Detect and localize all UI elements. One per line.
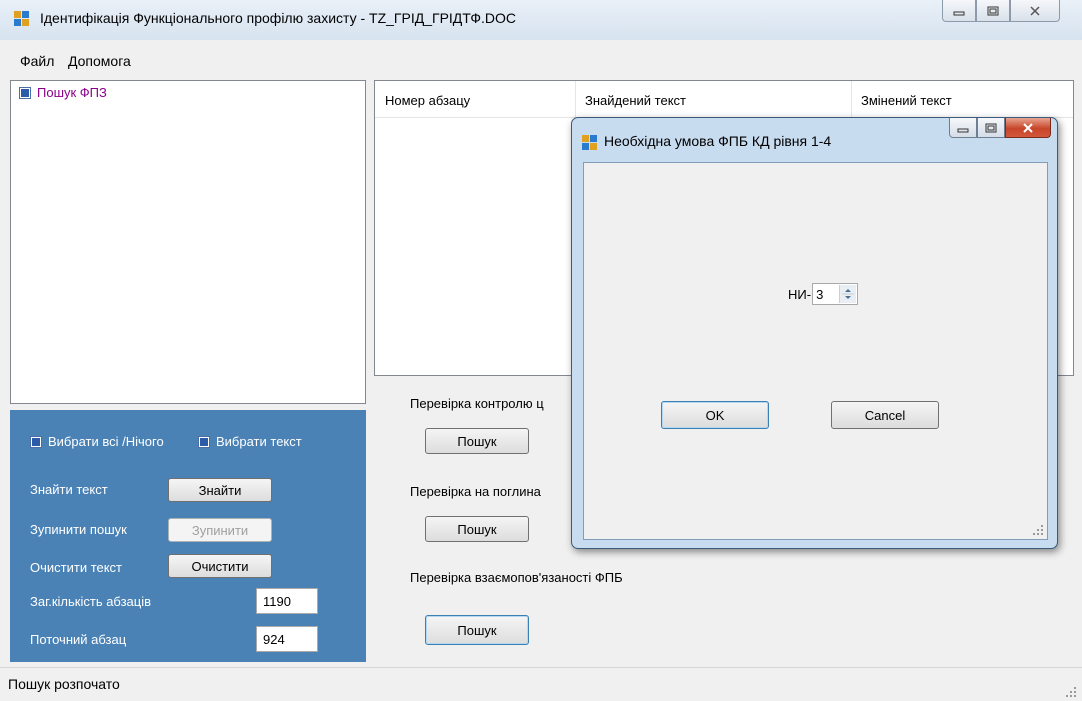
clear-button[interactable]: Очистити [168, 554, 272, 578]
spin-value: 3 [816, 287, 824, 302]
status-bar: Пошук розпочато [0, 667, 1082, 701]
select-text-check[interactable] [198, 435, 210, 448]
select-all-checkbox[interactable]: Вибрати всі /Нічого [30, 434, 164, 449]
control-panel: Вибрати всі /Нічого Вибрати текст Знайти… [10, 410, 366, 662]
tree-item-label: Пошук ФПЗ [37, 85, 107, 100]
search-button-1[interactable]: Пошук [425, 428, 529, 454]
level-spinner[interactable]: 3 [812, 283, 859, 305]
minimize-icon [953, 11, 965, 15]
dialog-app-icon [582, 135, 598, 151]
condition-dialog[interactable]: Необхідна умова ФПБ КД рівня 1-4 НИ- 3 O… [571, 117, 1058, 549]
tree-item-search-fpz[interactable]: Пошук ФПЗ [19, 85, 107, 100]
column-separator [851, 81, 852, 117]
close-button[interactable] [1010, 0, 1060, 22]
check-absorption-label: Перевірка на поглина [410, 484, 541, 499]
spin-up-down-icon [842, 289, 855, 299]
maximize-icon [985, 123, 997, 132]
caption-buttons [942, 0, 1060, 24]
status-text: Пошук розпочато [8, 676, 120, 692]
resize-grip-icon[interactable] [1064, 685, 1076, 697]
select-text-label: Вибрати текст [216, 434, 302, 449]
dialog-maximize-button[interactable] [977, 118, 1005, 138]
maximize-button[interactable] [976, 0, 1010, 22]
dialog-title: Необхідна умова ФПБ КД рівня 1-4 [604, 133, 832, 149]
find-text-label: Знайти текст [30, 482, 108, 497]
column-paragraph-number[interactable]: Номер абзацу [385, 93, 470, 108]
minimize-icon [957, 128, 969, 132]
main-window: Ідентифікація Функціонального профілю за… [0, 0, 1082, 701]
menu-bar: Файл Допомога [0, 48, 1082, 76]
select-all-label: Вибрати всі /Нічого [48, 434, 164, 449]
current-paragraph-label: Поточний абзац [30, 632, 127, 647]
clear-text-label: Очистити текст [30, 560, 123, 575]
title-bar[interactable]: Ідентифікація Функціонального профілю за… [0, 0, 1082, 40]
maximize-icon [987, 6, 999, 15]
total-paragraphs-field[interactable]: 1190 [256, 588, 318, 614]
minimize-button[interactable] [942, 0, 976, 22]
menu-file[interactable]: Файл [20, 53, 54, 69]
app-icon [14, 11, 30, 27]
total-paragraphs-label: Заг.кількість абзаців [30, 594, 152, 609]
close-icon [1023, 122, 1033, 133]
menu-help[interactable]: Допомога [68, 53, 131, 69]
check-integrity-label: Перевірка контролю ц [410, 396, 544, 411]
select-all-check[interactable] [30, 435, 42, 448]
check-interrelation-label: Перевірка взаємопов'язаності ФПБ [410, 570, 623, 585]
dialog-caption-buttons [949, 118, 1051, 140]
dialog-client-area: НИ- 3 OK Cancel [583, 162, 1048, 540]
window-title: Ідентифікація Функціонального профілю за… [40, 10, 517, 26]
stop-button[interactable]: Зупинити [168, 518, 272, 542]
search-button-3[interactable]: Пошук [425, 615, 529, 645]
tree-view[interactable]: Пошук ФПЗ [10, 80, 366, 404]
column-changed-text[interactable]: Змінений текст [861, 93, 952, 108]
dialog-close-button[interactable] [1005, 118, 1051, 138]
current-paragraph-field[interactable]: 924 [256, 626, 318, 652]
level-spinner-group: НИ- 3 [788, 283, 859, 305]
dialog-resize-grip-icon[interactable] [1031, 523, 1043, 535]
close-icon [1030, 5, 1040, 16]
ok-button[interactable]: OK [661, 401, 769, 429]
column-separator [575, 81, 576, 117]
spin-label: НИ- [788, 286, 812, 302]
spin-arrows[interactable] [839, 285, 857, 303]
list-header: Номер абзацу Знайдений текст Змінений те… [375, 81, 1073, 118]
select-text-checkbox[interactable]: Вибрати текст [198, 434, 302, 449]
column-found-text[interactable]: Знайдений текст [585, 93, 686, 108]
dialog-minimize-button[interactable] [949, 118, 977, 138]
find-button[interactable]: Знайти [168, 478, 272, 502]
tree-item-checkbox[interactable] [19, 86, 31, 99]
search-button-2[interactable]: Пошук [425, 516, 529, 542]
stop-search-label: Зупинити пошук [30, 522, 127, 537]
cancel-button[interactable]: Cancel [831, 401, 939, 429]
